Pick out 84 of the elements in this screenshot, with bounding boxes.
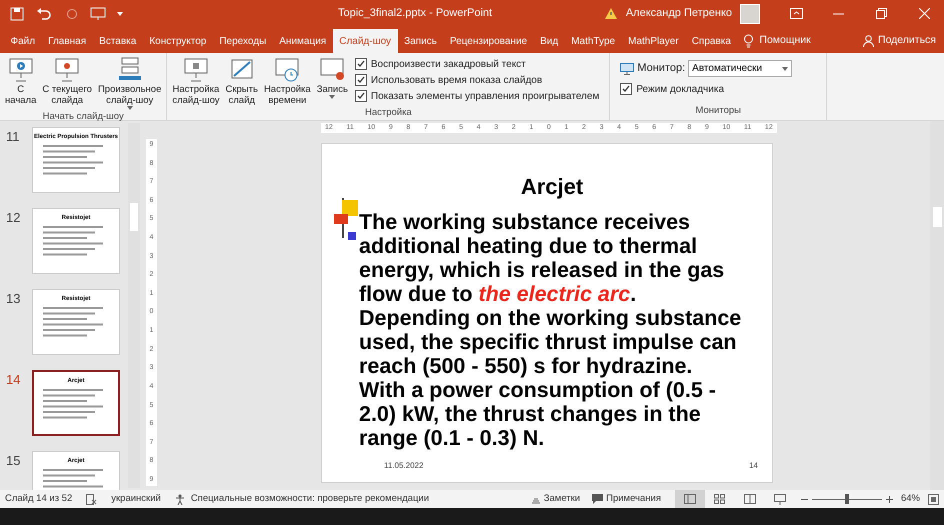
- assistant-search[interactable]: Помощник: [759, 33, 811, 49]
- comments-button[interactable]: Примечания: [606, 492, 661, 506]
- checkbox-label: Режим докладчика: [636, 82, 724, 96]
- restore-icon[interactable]: [876, 8, 887, 19]
- caret-icon: [329, 95, 336, 99]
- ribbon-tab[interactable]: Вставка: [92, 29, 143, 53]
- ribbon-button[interactable]: С начала: [4, 56, 38, 110]
- setup-icon: [182, 56, 210, 84]
- slideshow-icon: [6, 56, 35, 84]
- slide-title: Arcjet: [520, 174, 584, 200]
- grid-icon: [714, 494, 726, 504]
- lightbulb-icon: [743, 34, 754, 48]
- checkbox[interactable]: [354, 74, 367, 86]
- view-button[interactable]: [674, 490, 705, 508]
- monitor-icon: [620, 62, 634, 74]
- ribbon-button[interactable]: Настройка слайд-шоу: [171, 56, 220, 106]
- ribbon-tab[interactable]: Справка: [685, 29, 738, 53]
- checkbox[interactable]: [354, 58, 367, 70]
- slide-number: 11: [6, 128, 20, 146]
- ribbon-button[interactable]: Произвольное слайд-шоу: [96, 56, 162, 110]
- checkbox-label: Показать элементы управления проигрывателем: [370, 90, 600, 104]
- language-label[interactable]: украинский: [111, 492, 161, 506]
- slide-date: 11.05.2022: [384, 460, 424, 472]
- book-icon: [744, 494, 756, 504]
- ribbon-button[interactable]: С текущего слайда: [41, 56, 93, 110]
- ribbon-button[interactable]: Запись: [316, 56, 349, 106]
- zoom-level[interactable]: 64%: [900, 492, 920, 506]
- caret-icon: [782, 66, 788, 70]
- ribbon-tab[interactable]: Переходы: [212, 29, 273, 53]
- slide-number: 15: [6, 452, 22, 470]
- group-label: Настройка: [364, 106, 413, 120]
- ribbon-tab[interactable]: Главная: [42, 29, 93, 53]
- slideshow-icon: [774, 494, 786, 504]
- monitor-label: Монитор:: [637, 61, 686, 76]
- checkbox[interactable]: [354, 90, 367, 102]
- person-icon: [863, 35, 874, 47]
- ribbon-tab[interactable]: Файл: [4, 29, 42, 53]
- ribbon-tab[interactable]: Рецензирование: [443, 29, 534, 53]
- user-name: Александр Петренко: [626, 6, 732, 22]
- save-icon[interactable]: [10, 6, 24, 20]
- slide-number: 13: [6, 290, 22, 308]
- undo-icon[interactable]: [36, 6, 52, 20]
- comment-icon: [592, 494, 604, 504]
- accessibility-status[interactable]: Специальные возможности: проверьте рекомендации: [190, 492, 430, 506]
- warning-icon: [604, 7, 618, 20]
- slide-paragraph: Depending on the working substance used, the specific thrust impulse can reach (500 - 550) s for hydrazine.: [359, 306, 742, 378]
- window-title: Topic_3final2.pptx - PowerPoint: [338, 6, 492, 22]
- share-button[interactable]: Поделиться: [878, 33, 936, 49]
- slide-paragraph: With a power consumption of (0.5 - 2.0) kW, the thrust changes in the range (0.1 - 0.3) N.: [359, 378, 717, 450]
- notes-button[interactable]: Заметки: [544, 492, 580, 506]
- ribbon-button[interactable]: Настройка времени: [262, 56, 312, 106]
- zoom-in-icon[interactable]: [886, 496, 893, 502]
- fit-slide-icon[interactable]: [928, 494, 939, 504]
- spellcheck-icon[interactable]: [86, 494, 98, 504]
- ribbon-tab[interactable]: Анимация: [272, 29, 333, 53]
- timer-icon: [273, 56, 302, 84]
- accessibility-icon[interactable]: [174, 494, 187, 504]
- slide-number: 12: [6, 209, 22, 227]
- checkbox-label: Воспроизвести закадровый текст: [370, 58, 526, 72]
- slide-number: 14: [6, 371, 22, 389]
- caret-icon: [126, 106, 133, 110]
- checkbox[interactable]: [620, 83, 632, 95]
- ribbon-tab[interactable]: MathPlayer: [622, 29, 686, 53]
- ribbon-tab[interactable]: Вид: [534, 29, 565, 53]
- customize-caret-icon[interactable]: [116, 10, 124, 16]
- ribbon-display-icon[interactable]: [790, 8, 803, 19]
- slideshow-icon: [53, 56, 82, 84]
- zoom-slider[interactable]: [812, 494, 882, 504]
- checkbox-label: Использовать время показа слайдов: [370, 74, 542, 88]
- presentation-icon[interactable]: [90, 6, 106, 20]
- close-icon[interactable]: [919, 8, 930, 19]
- ribbon-button[interactable]: Скрыть слайд: [224, 56, 259, 106]
- normal-view-icon: [684, 494, 696, 504]
- slide-paragraph: The working substance receives additional heating due to thermal energy, which is released in the gas flow due to the electric arc.: [359, 210, 726, 306]
- ribbon-tab[interactable]: MathType: [564, 29, 622, 53]
- monitor-dropdown[interactable]: Автоматически: [688, 60, 792, 77]
- ribbon-tab[interactable]: Конструктор: [142, 29, 213, 53]
- slide-number: 14: [749, 460, 758, 472]
- group-label: Мониторы: [694, 104, 742, 118]
- ribbon-tab[interactable]: Слайд-шоу: [332, 29, 398, 53]
- ribbon-tab[interactable]: Запись: [398, 29, 444, 53]
- group-label: Начать слайд-шоу: [42, 110, 125, 124]
- avatar-placeholder: [740, 4, 760, 24]
- slide-counter: Слайд 14 из 52: [5, 492, 72, 506]
